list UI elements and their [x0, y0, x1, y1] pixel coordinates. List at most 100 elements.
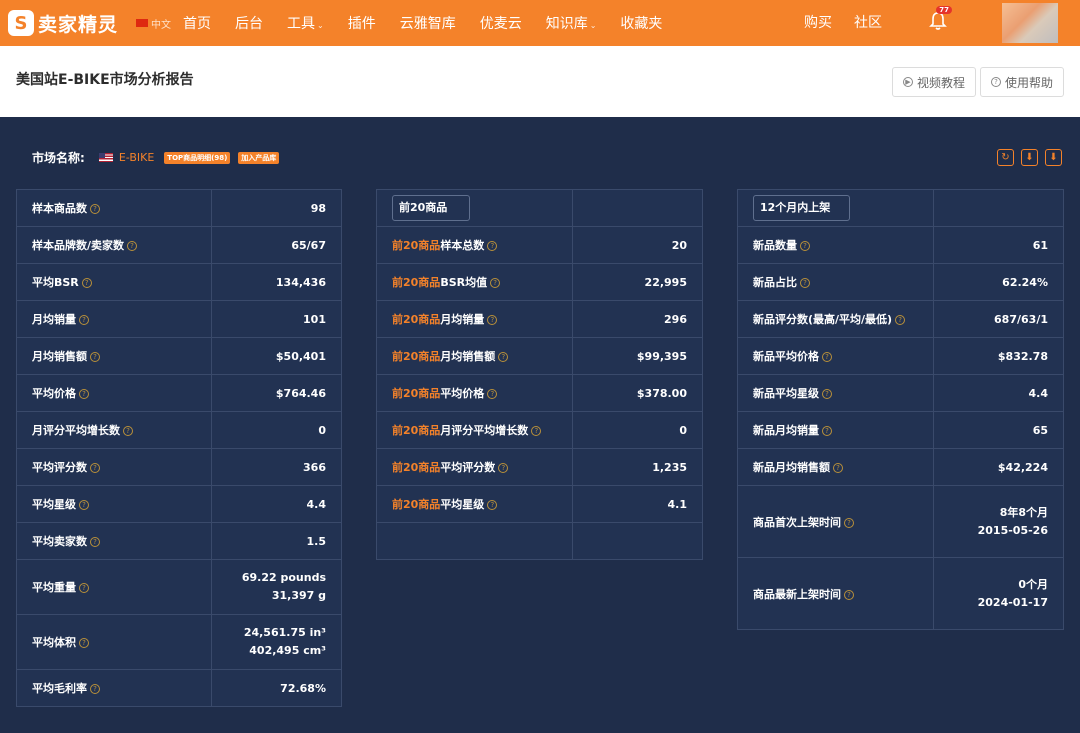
nav-item-plugins[interactable]: 插件	[348, 13, 376, 33]
metric-value-line: 61	[1032, 238, 1048, 252]
metric-value: $42,224	[933, 448, 1064, 486]
help-button[interactable]: ? 使用帮助	[979, 67, 1064, 97]
nav-item-youmai[interactable]: 优麦云	[480, 13, 522, 33]
nav-item-favorites[interactable]: 收藏夹	[620, 13, 662, 33]
metric-name: 新品月均销量	[753, 424, 819, 437]
metric-value: 0	[572, 411, 703, 449]
overall-stats-table: 样本商品数? 98 样本品牌数/卖家数? 65/67 平均BSR? 134,436 月均销量…	[16, 189, 342, 707]
metric-name: 新品数量	[753, 239, 797, 252]
market-label: 市场名称:	[32, 151, 85, 165]
metric-name: 新品平均价格	[753, 350, 819, 363]
help-question-icon[interactable]: ?	[490, 278, 501, 288]
help-question-icon[interactable]: ?	[79, 638, 89, 648]
table-row: 月均销售额? $50,401	[16, 337, 342, 375]
help-question-icon[interactable]: ?	[90, 352, 100, 362]
metric-label: 前20商品平均星级?	[376, 485, 573, 523]
help-question-icon[interactable]: ?	[90, 684, 100, 694]
metric-name: 平均体积	[32, 636, 76, 649]
nav-item-knowledge[interactable]: 知识库 ⌄	[546, 13, 597, 33]
table-row: 前20商品平均星级? 4.1	[376, 485, 703, 523]
help-question-icon[interactable]: ?	[822, 426, 832, 436]
help-question-icon[interactable]: ?	[833, 463, 843, 473]
download-button[interactable]: ⬇	[1021, 149, 1038, 166]
metric-value: 366	[211, 448, 342, 486]
help-question-icon[interactable]: ?	[127, 241, 138, 251]
help-question-icon[interactable]: ?	[81, 278, 92, 288]
nav-item-home[interactable]: 首页	[183, 13, 211, 33]
help-question-icon[interactable]: ?	[822, 352, 832, 362]
metric-label: 新品月均销量?	[737, 411, 934, 449]
help-question-icon[interactable]: ?	[90, 537, 100, 547]
metric-value-line: 24,561.75 in³	[243, 626, 326, 639]
help-question-icon[interactable]: ?	[800, 278, 810, 288]
top20-selector[interactable]: 前20商品	[392, 195, 470, 221]
metric-name: 平均评分数	[440, 461, 496, 474]
refresh-button[interactable]: ↻	[997, 149, 1014, 166]
notification-bell[interactable]: 77	[928, 6, 952, 32]
metric-name: 样本总数	[440, 239, 485, 252]
nav-menu: 首页 后台 工具 ⌄ 插件 云雅智库 优麦云 知识库 ⌄ 收藏夹	[183, 13, 686, 33]
metric-value: $832.78	[933, 337, 1064, 375]
metric-name: 月评分平均增长数	[440, 424, 529, 437]
table-row: 前20商品平均评分数? 1,235	[376, 448, 703, 486]
metric-label: 月均销量?	[16, 300, 212, 338]
metric-value-line: 31,397 g	[271, 589, 326, 602]
table-row: 新品月均销量? 65	[737, 411, 1064, 449]
help-question-icon[interactable]: ?	[498, 352, 509, 362]
table-row: 前20商品样本总数? 20	[376, 226, 703, 264]
add-to-library-tag[interactable]: 加入产品库	[238, 151, 280, 164]
metric-value-line: 101	[303, 312, 326, 326]
metric-value-line: $764.46	[275, 386, 326, 400]
help-question-icon[interactable]: ?	[895, 315, 906, 325]
metric-name: 月均销售额	[32, 350, 87, 363]
help-question-icon[interactable]: ?	[531, 426, 542, 436]
help-question-icon[interactable]: ?	[487, 241, 498, 251]
logo[interactable]: S 卖家精灵	[8, 0, 118, 46]
nav-community[interactable]: 社区	[854, 12, 882, 32]
metric-label: 前20商品月均销售额?	[376, 337, 573, 375]
metric-label: 平均体积?	[16, 614, 212, 670]
metric-name: BSR均值	[440, 276, 488, 289]
metric-label: 平均评分数?	[16, 448, 212, 486]
table-row: 新品平均星级? 4.4	[737, 374, 1064, 412]
help-question-icon[interactable]: ?	[90, 204, 100, 214]
help-question-icon[interactable]: ?	[79, 583, 89, 593]
help-question-icon[interactable]: ?	[487, 315, 498, 325]
metric-value: $50,401	[211, 337, 342, 375]
top-products-tag[interactable]: TOP商品明细(98)	[164, 151, 231, 164]
video-tutorial-button[interactable]: ▶ 视频教程	[891, 67, 976, 97]
help-question-icon[interactable]: ?	[844, 517, 854, 528]
nav-item-backend[interactable]: 后台	[235, 13, 263, 33]
help-question-icon[interactable]: ?	[487, 389, 498, 399]
table-row: 前20商品月均销量? 296	[376, 300, 703, 338]
metric-value-line: $378.00	[636, 386, 687, 400]
refresh-icon: ↻	[1001, 152, 1010, 163]
metric-label: 前20商品平均价格?	[376, 374, 573, 412]
help-question-icon[interactable]: ?	[498, 463, 509, 473]
help-question-icon[interactable]: ?	[800, 241, 810, 251]
nav-item-yunya[interactable]: 云雅智库	[400, 13, 456, 33]
help-question-icon[interactable]: ?	[79, 500, 89, 510]
help-question-icon[interactable]: ?	[79, 389, 89, 399]
export-button[interactable]: ⬇	[1045, 149, 1062, 166]
help-question-icon[interactable]: ?	[79, 315, 89, 325]
page-title: 美国站E-BIKE市场分析报告	[16, 71, 194, 88]
nav-item-tools[interactable]: 工具 ⌄	[287, 13, 324, 33]
help-question-icon[interactable]: ?	[123, 426, 133, 436]
metric-label: 新品评分数(最高/平均/最低)?	[737, 300, 934, 338]
metric-value-line: 0	[679, 423, 687, 437]
period-selector[interactable]: 12个月内上架	[753, 195, 850, 221]
metric-value-line: 1,235	[652, 460, 687, 474]
metric-label: 平均BSR?	[16, 263, 212, 301]
nav-buy[interactable]: 购买	[804, 12, 832, 32]
metric-value-line: 2024-01-17	[977, 595, 1048, 609]
help-question-icon[interactable]: ?	[487, 500, 498, 510]
help-question-icon[interactable]: ?	[822, 389, 832, 399]
help-question-icon[interactable]: ?	[90, 463, 100, 473]
metric-name: 新品月均销售额	[753, 461, 830, 474]
avatar[interactable]	[1002, 3, 1058, 43]
metric-prefix: 前20商品	[392, 461, 441, 474]
language-switch[interactable]: 中文	[136, 16, 171, 31]
metric-value: 134,436	[211, 263, 342, 301]
help-question-icon[interactable]: ?	[844, 589, 854, 600]
